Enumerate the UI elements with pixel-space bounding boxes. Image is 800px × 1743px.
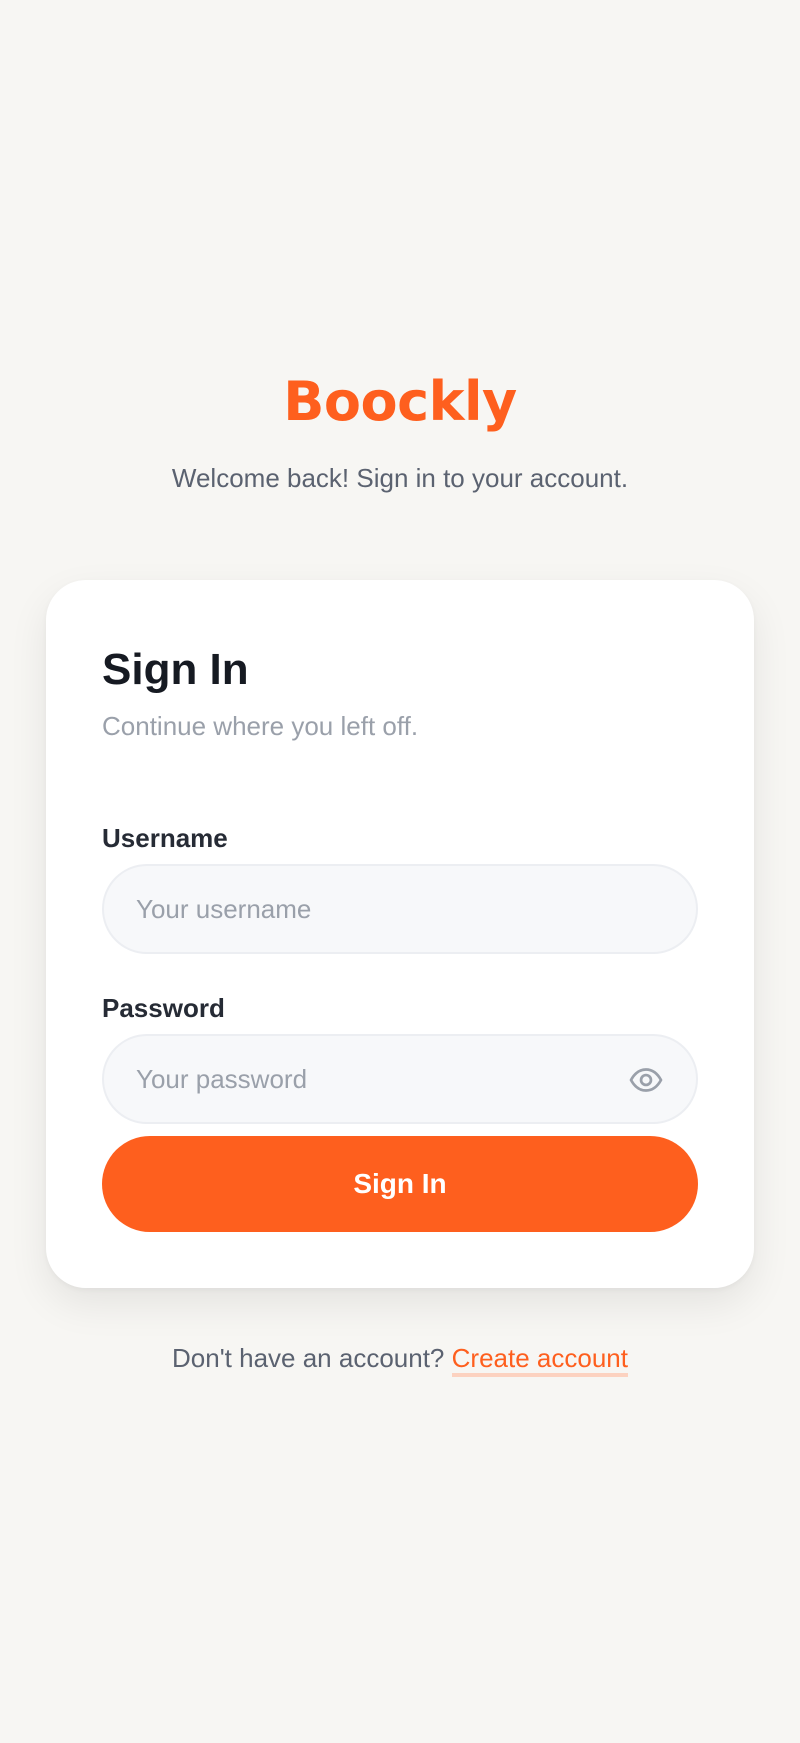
password-input[interactable] — [136, 1036, 616, 1122]
tagline: Welcome back! Sign in to your account. — [171, 463, 629, 493]
sign-in-card: Sign In Continue where you left off. Use… — [46, 580, 754, 1288]
password-field[interactable] — [102, 1034, 698, 1124]
username-field[interactable] — [102, 864, 698, 954]
sign-in-button[interactable]: Sign In — [102, 1136, 698, 1232]
password-label: Password — [102, 993, 225, 1023]
footer-prompt: Don't have an account? — [172, 1343, 445, 1373]
brand-logo: Boockly — [283, 370, 517, 433]
card-title: Sign In — [102, 645, 249, 694]
card-subtitle: Continue where you left off. — [102, 711, 419, 741]
footer: Don't have an account? Create account — [0, 1340, 800, 1377]
username-input[interactable] — [136, 866, 616, 952]
username-label: Username — [102, 823, 228, 853]
create-account-link[interactable]: Create account — [451, 1343, 628, 1377]
eye-icon[interactable] — [628, 1062, 664, 1098]
